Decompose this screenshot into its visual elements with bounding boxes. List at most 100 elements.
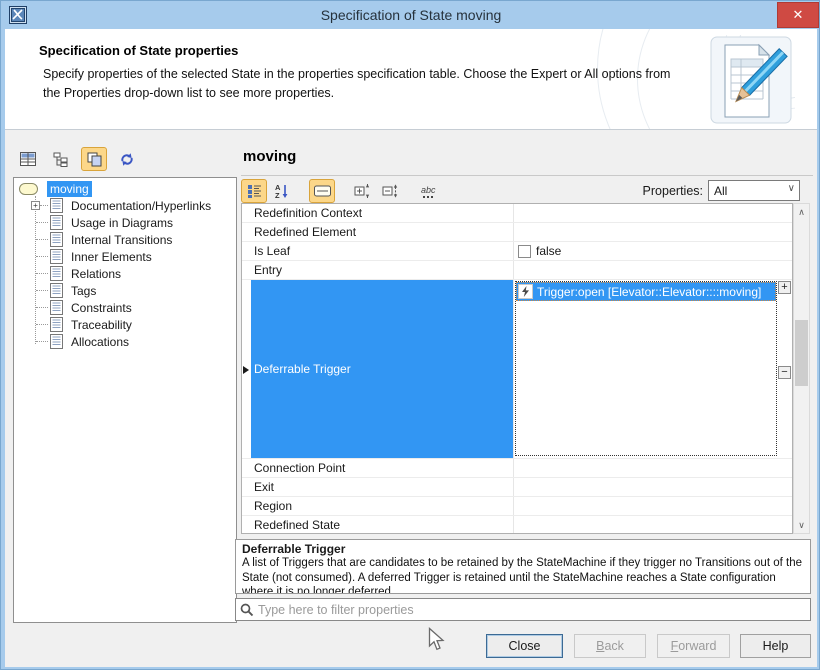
refresh-icon bbox=[119, 152, 135, 167]
property-label: Connection Point bbox=[251, 459, 513, 477]
sort-alphabetic-button[interactable]: A Z bbox=[269, 179, 295, 203]
properties-mode-label: Properties: bbox=[635, 184, 703, 198]
row-gutter bbox=[242, 242, 251, 260]
properties-mode-value: All bbox=[714, 184, 727, 198]
expand-nodes-icon bbox=[354, 183, 371, 199]
property-label: Exit bbox=[251, 478, 513, 496]
tree-item-label: Usage in Diagrams bbox=[68, 215, 176, 231]
containment-view-button[interactable] bbox=[81, 147, 107, 171]
properties-mode-select[interactable]: All ∨ bbox=[708, 180, 800, 201]
titlebar[interactable]: Specification of State moving ✕ bbox=[1, 1, 820, 29]
table-row[interactable]: Redefinition Context bbox=[242, 204, 792, 223]
abc-spelling-button[interactable]: abc bbox=[417, 179, 443, 203]
property-value[interactable] bbox=[513, 478, 792, 496]
collapse-nodes-icon bbox=[382, 183, 399, 199]
trigger-list-item[interactable]: Trigger:open [Elevator::Elevator::::movi… bbox=[516, 282, 776, 301]
collapse-nodes-button[interactable] bbox=[377, 179, 403, 203]
containment-tree: moving + Documentation/Hyperlinks Usa bbox=[13, 177, 237, 623]
categorized-view-button[interactable] bbox=[241, 179, 267, 203]
property-value[interactable] bbox=[513, 459, 792, 477]
property-label: Entry bbox=[251, 261, 513, 279]
tree-item-inner-elements[interactable]: Inner Elements bbox=[14, 248, 236, 265]
table-row[interactable]: Redefined State bbox=[242, 516, 792, 534]
tree-item-moving[interactable]: moving bbox=[14, 180, 236, 197]
tree-item-allocations[interactable]: Allocations bbox=[14, 333, 236, 350]
table-row[interactable]: Is Leaf false bbox=[242, 242, 792, 261]
table-row[interactable]: Connection Point bbox=[242, 459, 792, 478]
back-button: Back bbox=[574, 634, 646, 658]
svg-text:Z: Z bbox=[275, 191, 280, 199]
expand-nodes-button[interactable] bbox=[349, 179, 375, 203]
page-icon bbox=[50, 249, 63, 264]
filter-properties-input[interactable] bbox=[258, 603, 810, 617]
tree-item-internal-transitions[interactable]: Internal Transitions bbox=[14, 231, 236, 248]
show-description-button[interactable] bbox=[309, 179, 335, 203]
table-scrollbar[interactable]: ∧ ∨ bbox=[793, 203, 810, 534]
property-value[interactable]: false bbox=[513, 242, 792, 260]
current-row-marker-icon bbox=[243, 366, 249, 374]
help-button[interactable]: Help bbox=[740, 634, 811, 658]
row-gutter bbox=[242, 261, 251, 279]
property-description-panel: Deferrable Trigger A list of Triggers th… bbox=[235, 539, 811, 594]
property-value[interactable] bbox=[513, 516, 792, 534]
containment-view-icon bbox=[87, 152, 102, 167]
property-value[interactable] bbox=[513, 497, 792, 515]
property-label: Region bbox=[251, 497, 513, 515]
table-view-button[interactable] bbox=[15, 147, 41, 171]
tree-item-documentation[interactable]: + Documentation/Hyperlinks bbox=[14, 197, 236, 214]
header-title: Specification of State properties bbox=[39, 43, 238, 58]
page-icon bbox=[50, 317, 63, 332]
property-value[interactable] bbox=[513, 204, 792, 222]
state-icon bbox=[19, 183, 38, 195]
table-row[interactable]: Entry bbox=[242, 261, 792, 280]
property-label: Redefined State bbox=[251, 516, 513, 534]
filter-properties-box[interactable] bbox=[235, 598, 811, 621]
tree-item-tags[interactable]: Tags bbox=[14, 282, 236, 299]
tree-item-label: Traceability bbox=[68, 317, 135, 333]
trigger-list[interactable]: Trigger:open [Elevator::Elevator::::movi… bbox=[515, 281, 777, 456]
page-icon bbox=[50, 232, 63, 247]
mouse-cursor-icon bbox=[428, 627, 446, 652]
property-value[interactable] bbox=[513, 223, 792, 241]
properties-table: Redefinition Context Redefined Element I… bbox=[241, 203, 793, 534]
tree-item-usage[interactable]: Usage in Diagrams bbox=[14, 214, 236, 231]
scrollbar-thumb[interactable] bbox=[795, 320, 808, 386]
property-label: Redefinition Context bbox=[251, 204, 513, 222]
row-gutter bbox=[242, 459, 251, 477]
trigger-icon bbox=[518, 284, 533, 299]
page-icon bbox=[50, 266, 63, 281]
close-button[interactable]: Close bbox=[486, 634, 563, 658]
categorized-view-icon bbox=[247, 184, 262, 199]
page-icon bbox=[50, 198, 63, 213]
table-row[interactable]: Region bbox=[242, 497, 792, 516]
property-value[interactable] bbox=[513, 261, 792, 279]
scroll-up-button[interactable]: ∧ bbox=[794, 204, 809, 220]
scroll-down-button[interactable]: ∨ bbox=[794, 517, 809, 533]
refresh-button[interactable] bbox=[114, 147, 140, 171]
row-gutter bbox=[242, 223, 251, 241]
tree-item-label: Tags bbox=[68, 283, 99, 299]
expand-node-icon[interactable]: + bbox=[31, 201, 40, 210]
window-title: Specification of State moving bbox=[1, 1, 820, 29]
description-text: A list of Triggers that are candidates t… bbox=[242, 556, 804, 594]
trigger-item-label: Trigger:open [Elevator::Elevator::::movi… bbox=[537, 285, 761, 299]
tree-item-label: Constraints bbox=[68, 300, 135, 316]
is-leaf-checkbox[interactable] bbox=[518, 245, 531, 258]
tree-item-relations[interactable]: Relations bbox=[14, 265, 236, 282]
add-trigger-button[interactable]: + bbox=[778, 281, 791, 294]
specification-dialog: Specification of State moving ✕ Specific… bbox=[0, 0, 820, 670]
tree-item-constraints[interactable]: Constraints bbox=[14, 299, 236, 316]
close-window-button[interactable]: ✕ bbox=[777, 2, 819, 28]
tree-item-traceability[interactable]: Traceability bbox=[14, 316, 236, 333]
header-description: Specify properties of the selected State… bbox=[43, 65, 691, 104]
remove-trigger-button[interactable]: − bbox=[778, 366, 791, 379]
search-icon bbox=[240, 603, 254, 617]
table-row[interactable]: Exit bbox=[242, 478, 792, 497]
tree-item-label: Allocations bbox=[68, 334, 132, 350]
tree-view-button[interactable] bbox=[48, 147, 74, 171]
description-title: Deferrable Trigger bbox=[242, 542, 804, 556]
table-row-deferrable-trigger[interactable]: Deferrable Trigger Trigger:open [Elevato… bbox=[242, 280, 792, 459]
table-row[interactable]: Redefined Element bbox=[242, 223, 792, 242]
tree-toolbar bbox=[15, 147, 140, 171]
dialog-content: moving + Documentation/Hyperlinks Usa bbox=[5, 130, 817, 667]
